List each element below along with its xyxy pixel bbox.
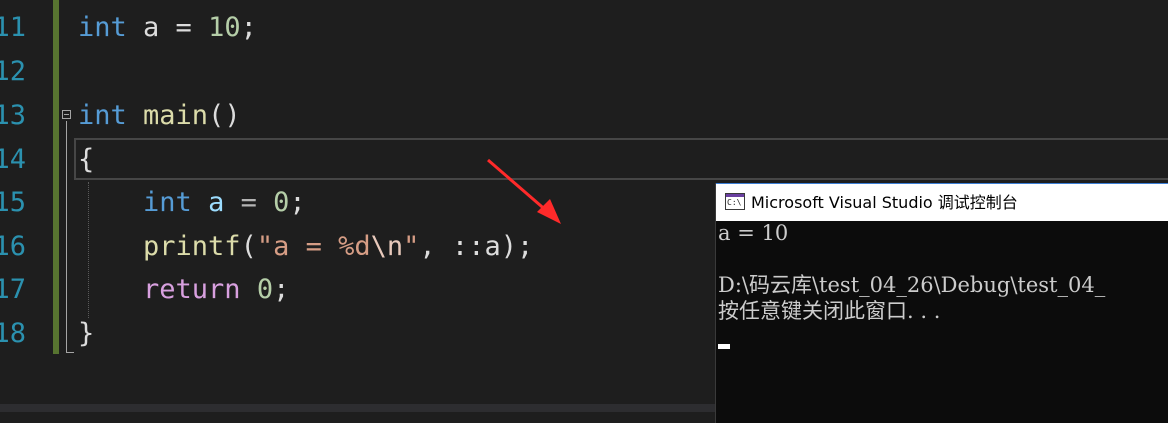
debug-console-window[interactable]: C:\ Microsoft Visual Studio 调试控制台 a = 10… <box>715 183 1168 423</box>
console-output-line: a = 10 <box>718 221 789 245</box>
console-output[interactable]: a = 10 D:\码云库\test_04_26\Debug\test_04_ … <box>716 220 1168 423</box>
console-titlebar[interactable]: C:\ Microsoft Visual Studio 调试控制台 <box>716 183 1168 221</box>
arrow-shaft <box>487 158 549 214</box>
arrow-head <box>537 199 561 224</box>
console-output-line: 按任意键关闭此窗口. . . <box>718 299 941 323</box>
console-app-icon: C:\ <box>725 193 745 210</box>
console-cursor <box>718 344 730 349</box>
console-icon-label: C:\ <box>727 198 742 207</box>
console-output-line: D:\码云库\test_04_26\Debug\test_04_ <box>718 273 1106 297</box>
console-title: Microsoft Visual Studio 调试控制台 <box>751 193 1018 212</box>
